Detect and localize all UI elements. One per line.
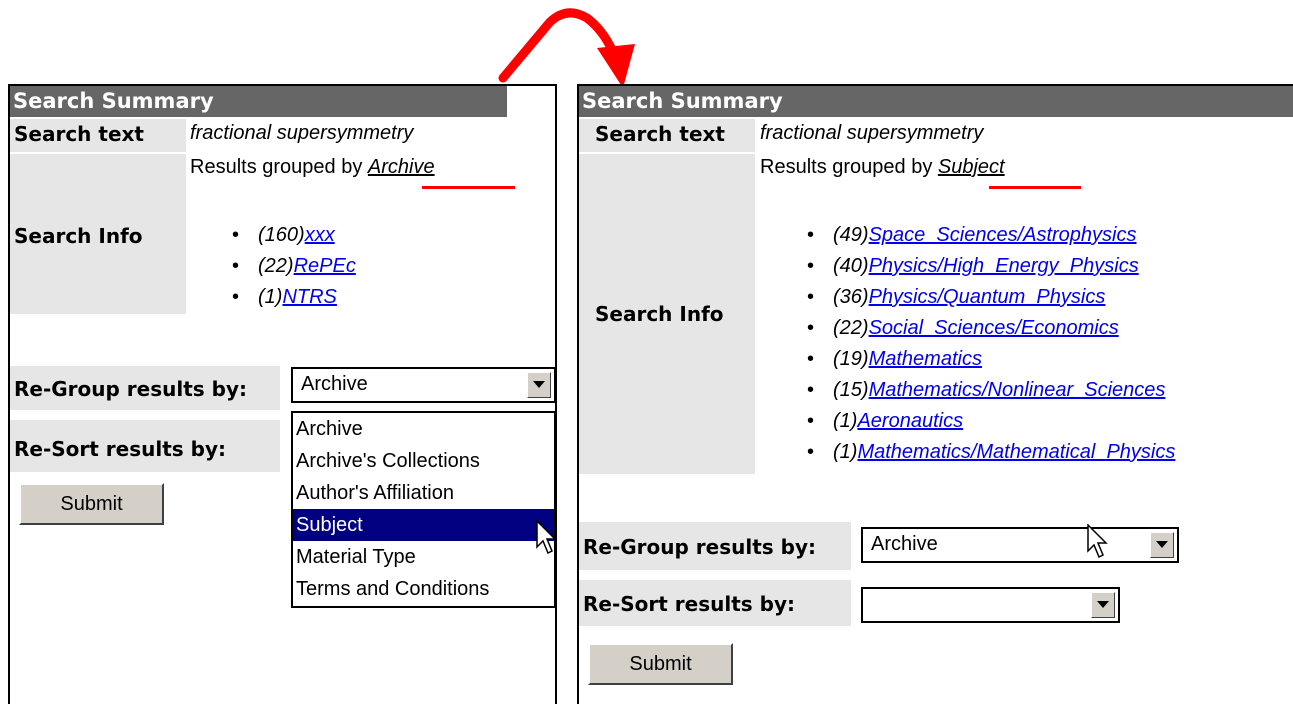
left-grouped-value: Archive <box>367 156 435 178</box>
right-search-text-label: Search text <box>595 122 725 146</box>
left-search-text-label: Search text <box>14 122 144 146</box>
result-link-social-sciences-economics[interactable]: Social_Sciences/Economics <box>869 317 1119 339</box>
dropdown-option-archives-collections[interactable]: Archive's Collections <box>293 445 554 477</box>
left-search-info-label: Search Info <box>14 224 143 248</box>
list-item: • (22)RePEc <box>232 255 356 277</box>
right-resort-label: Re-Sort results by: <box>583 592 796 616</box>
curved-red-arrow-icon <box>498 8 635 88</box>
right-red-underline <box>989 186 1081 189</box>
list-item: • (1)NTRS <box>232 286 337 308</box>
list-item: • (40)Physics/High_Energy_Physics <box>807 255 1139 277</box>
left-search-summary-panel: Search Summary Search text fractional su… <box>8 84 557 704</box>
result-link-ntrs[interactable]: NTRS <box>282 286 336 308</box>
list-item: • (15)Mathematics/Nonlinear_Sciences <box>807 379 1166 401</box>
chevron-down-icon[interactable] <box>1150 532 1174 558</box>
right-grouped-prefix: Results grouped by <box>760 156 933 178</box>
result-link-mathematics-nonlinear[interactable]: Mathematics/Nonlinear_Sciences <box>869 379 1166 401</box>
left-regroup-dropdown-list[interactable]: Archive Archive's Collections Author's A… <box>291 411 556 608</box>
left-summary-header: Search Summary <box>10 86 507 117</box>
dropdown-option-subject[interactable]: Subject <box>293 509 554 541</box>
right-search-info-label: Search Info <box>595 302 724 326</box>
left-red-underline <box>422 186 515 189</box>
result-link-physics-high-energy[interactable]: Physics/High_Energy_Physics <box>869 255 1139 277</box>
right-regroup-label: Re-Group results by: <box>583 535 817 559</box>
left-resort-label: Re-Sort results by: <box>14 437 227 461</box>
dropdown-option-authors-affiliation[interactable]: Author's Affiliation <box>293 477 554 509</box>
left-results-list: • (160)xxx • (22)RePEc • (1)NTRS <box>232 220 356 313</box>
right-summary-header: Search Summary <box>579 86 1293 117</box>
list-item: • (22)Social_Sciences/Economics <box>807 317 1119 339</box>
right-resort-select[interactable] <box>861 587 1120 623</box>
right-regroup-select[interactable]: Archive <box>861 527 1179 563</box>
left-grouped-prefix: Results grouped by <box>190 156 363 178</box>
left-regroup-label: Re-Group results by: <box>14 377 248 401</box>
result-link-xxx[interactable]: xxx <box>305 224 335 246</box>
result-link-space-sciences-astrophysics[interactable]: Space_Sciences/Astrophysics <box>869 224 1137 246</box>
list-item: • (1)Mathematics/Mathematical_Physics <box>807 441 1176 463</box>
list-item: • (1)Aeronautics <box>807 410 964 432</box>
right-grouped-by-text: Results grouped by Subject <box>760 156 1005 179</box>
mouse-pointer-icon <box>536 520 557 555</box>
chevron-down-icon[interactable] <box>527 372 551 398</box>
result-link-physics-quantum[interactable]: Physics/Quantum_Physics <box>869 286 1106 308</box>
mouse-pointer-icon <box>1087 524 1108 559</box>
right-search-summary-panel: Search Summary Search text fractional su… <box>577 84 1293 704</box>
list-item: • (36)Physics/Quantum_Physics <box>807 286 1106 308</box>
result-link-mathematics[interactable]: Mathematics <box>869 348 982 370</box>
list-item: • (160)xxx <box>232 224 335 246</box>
list-item: • (19)Mathematics <box>807 348 982 370</box>
dropdown-option-terms-and-conditions[interactable]: Terms and Conditions <box>293 573 554 605</box>
result-link-aeronautics[interactable]: Aeronautics <box>857 410 963 432</box>
left-submit-button[interactable]: Submit <box>19 483 164 525</box>
right-submit-button[interactable]: Submit <box>588 643 733 685</box>
right-results-list: • (49)Space_Sciences/Astrophysics • (40)Ph… <box>807 220 1175 468</box>
dropdown-option-material-type[interactable]: Material Type <box>293 541 554 573</box>
right-grouped-value: Subject <box>937 156 1005 178</box>
left-search-text-value: fractional supersymmetry <box>190 122 414 144</box>
left-regroup-select[interactable]: Archive <box>291 367 556 403</box>
left-grouped-by-text: Results grouped by Archive <box>190 156 435 179</box>
result-link-repec[interactable]: RePEc <box>294 255 356 277</box>
list-item: • (49)Space_Sciences/Astrophysics <box>807 224 1137 246</box>
right-search-text-value: fractional supersymmetry <box>760 122 984 144</box>
chevron-down-icon[interactable] <box>1091 592 1115 618</box>
dropdown-option-archive[interactable]: Archive <box>293 413 554 445</box>
result-link-mathematics-mathematical-physics[interactable]: Mathematics/Mathematical_Physics <box>857 441 1175 463</box>
